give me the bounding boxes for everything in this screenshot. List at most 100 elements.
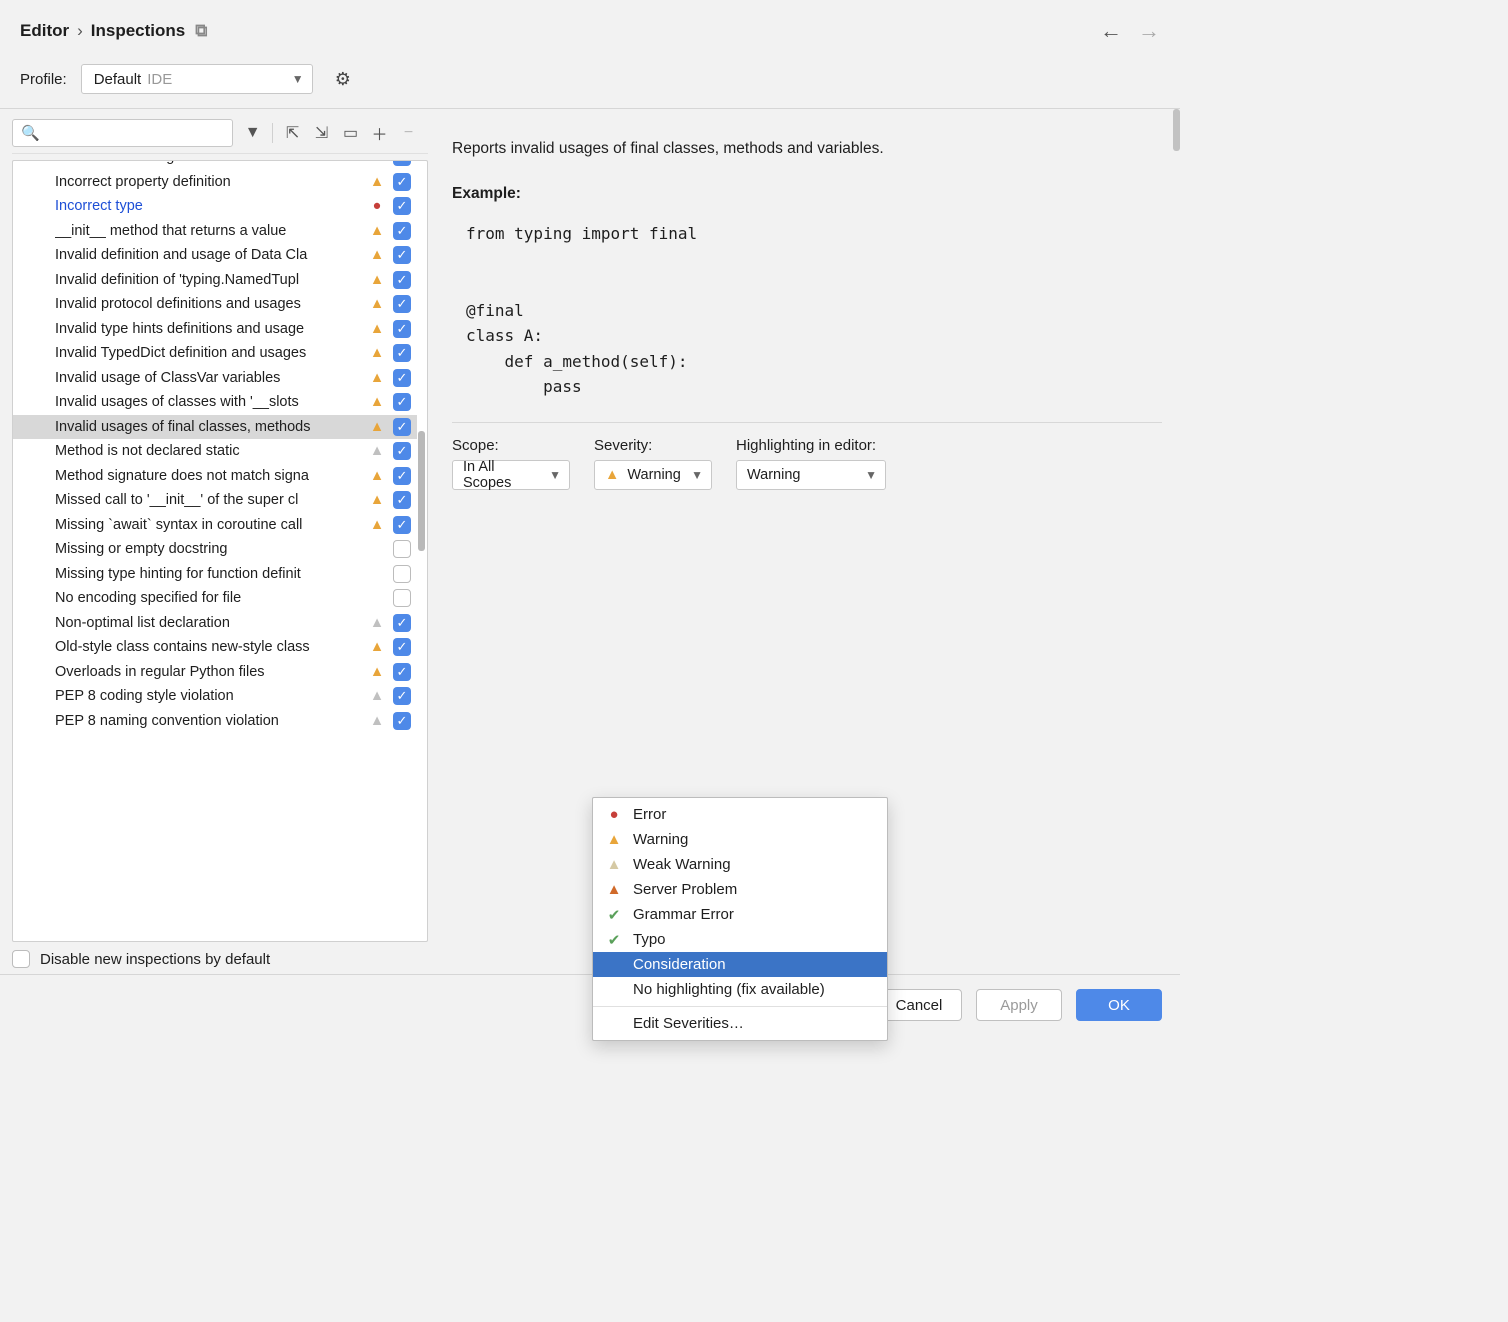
scrollbar-thumb[interactable]	[418, 431, 425, 551]
severity-option[interactable]: ●Error	[593, 802, 887, 827]
inspection-row[interactable]: Invalid usages of final classes, methods…	[13, 415, 417, 440]
inspection-checkbox[interactable]	[393, 160, 411, 166]
warning-icon: ▲	[369, 419, 385, 435]
add-icon[interactable]: ＋	[370, 121, 389, 145]
expand-all-icon[interactable]: ⇱	[283, 123, 302, 143]
inspection-row[interactable]: __init__ method that returns a value▲	[13, 219, 417, 244]
inspection-checkbox[interactable]	[393, 589, 411, 607]
highlighting-select[interactable]: Warning ▼	[736, 460, 886, 490]
search-input[interactable]: 🔍	[12, 119, 233, 147]
detach-window-icon[interactable]: ⧉	[195, 21, 207, 41]
inspection-row[interactable]: Missed call to '__init__' of the super c…	[13, 488, 417, 513]
inspection-row[interactable]: Old-style class contains new-style class…	[13, 635, 417, 660]
inspection-checkbox[interactable]	[393, 516, 411, 534]
inspection-row[interactable]: Incorrect property definition▲	[13, 170, 417, 195]
inspection-label: PEP 8 coding style violation	[55, 688, 361, 704]
ok-button[interactable]: OK	[1076, 989, 1162, 1021]
warning-icon: ▲	[369, 517, 385, 533]
edit-severities-label: Edit Severities…	[633, 1015, 744, 1032]
inspection-checkbox[interactable]	[393, 442, 411, 460]
inspection-checkbox[interactable]	[393, 418, 411, 436]
severity-option[interactable]: ▲Weak Warning	[593, 852, 887, 877]
inspection-row[interactable]: Method is not declared static▲	[13, 439, 417, 464]
disable-new-checkbox[interactable]: Disable new inspections by default	[12, 942, 428, 968]
collapse-all-icon[interactable]: ⇲	[312, 123, 331, 143]
severity-option-icon: ▲	[605, 856, 623, 873]
inspection-row[interactable]: Incorrect type●	[13, 194, 417, 219]
severity-option-icon: ▲	[605, 881, 623, 898]
inspection-row[interactable]: Missing type hinting for function defini…	[13, 562, 417, 587]
severity-row: Scope: In All Scopes ▼ Severity: ▲ Warni…	[452, 437, 1162, 490]
nav-back-icon[interactable]: ←	[1100, 18, 1122, 44]
example-code: from typing import final @final class A:…	[452, 221, 1162, 400]
chevron-down-icon: ▼	[292, 72, 304, 86]
severity-option[interactable]: ✔Typo	[593, 927, 887, 952]
inspection-checkbox[interactable]	[393, 638, 411, 656]
inspection-checkbox[interactable]	[393, 663, 411, 681]
inspection-checkbox[interactable]	[393, 344, 411, 362]
inspection-row[interactable]: Missing `await` syntax in coroutine call…	[13, 513, 417, 538]
warning-icon: ▲	[369, 370, 385, 386]
filter-icon[interactable]: ▼	[243, 124, 262, 142]
inspection-checkbox[interactable]	[393, 467, 411, 485]
inspection-label: Missing type hinting for function defini…	[55, 566, 361, 582]
inspection-checkbox[interactable]	[393, 687, 411, 705]
edit-severities-option[interactable]: Edit Severities…	[593, 1011, 887, 1036]
severity-option-label: Server Problem	[633, 881, 737, 898]
inspection-checkbox[interactable]	[393, 712, 411, 730]
inspection-checkbox[interactable]	[393, 540, 411, 558]
scope-select[interactable]: In All Scopes ▼	[452, 460, 570, 490]
severity-dropdown[interactable]: ●Error▲Warning▲Weak Warning▲Server Probl…	[592, 797, 888, 1041]
inspection-checkbox[interactable]	[393, 565, 411, 583]
inspection-checkbox[interactable]	[393, 320, 411, 338]
inspection-row[interactable]: PEP 8 coding style violation▲	[13, 684, 417, 709]
gear-icon[interactable]: ⚙	[335, 69, 351, 90]
inspection-checkbox[interactable]	[393, 222, 411, 240]
inspection-row[interactable]: No encoding specified for file▲	[13, 586, 417, 611]
severity-option-label: No highlighting (fix available)	[633, 981, 825, 998]
inspection-row[interactable]: Overloads in regular Python files▲	[13, 660, 417, 685]
severity-option[interactable]: ✔Grammar Error	[593, 902, 887, 927]
breadcrumb-editor[interactable]: Editor	[20, 21, 69, 41]
inspection-checkbox[interactable]	[393, 271, 411, 289]
toolbar-divider	[272, 123, 273, 143]
inspections-list[interactable]: Incorrect docstring▲Incorrect property d…	[12, 160, 428, 942]
severity-option[interactable]: No highlighting (fix available)	[593, 977, 887, 1002]
inspection-checkbox[interactable]	[393, 295, 411, 313]
inspection-checkbox[interactable]	[393, 369, 411, 387]
apply-button[interactable]: Apply	[976, 989, 1062, 1021]
severity-option-icon: ●	[605, 806, 623, 823]
inspection-label: Invalid definition of 'typing.NamedTupl	[55, 272, 361, 288]
severity-select[interactable]: ▲ Warning ▼	[594, 460, 712, 490]
inspection-checkbox[interactable]	[393, 614, 411, 632]
inspection-row[interactable]: Invalid usages of classes with '__slots▲	[13, 390, 417, 415]
scrollbar-thumb[interactable]	[1173, 109, 1180, 151]
inspection-row[interactable]: Invalid TypedDict definition and usages▲	[13, 341, 417, 366]
inspection-row[interactable]: Invalid usage of ClassVar variables▲	[13, 366, 417, 391]
severity-option[interactable]: ▲Warning	[593, 827, 887, 852]
inspection-row[interactable]: Method signature does not match signa▲	[13, 464, 417, 489]
inspection-row[interactable]: PEP 8 naming convention violation▲	[13, 709, 417, 734]
chevron-down-icon: ▼	[691, 468, 703, 482]
inspection-row[interactable]: Incorrect docstring▲	[13, 160, 417, 170]
severity-option[interactable]: Consideration	[593, 952, 887, 977]
severity-option[interactable]: ▲ Server Problem	[593, 877, 887, 902]
breadcrumb-separator: ›	[77, 21, 83, 41]
inspection-row[interactable]: Invalid type hints definitions and usage…	[13, 317, 417, 342]
inspection-row[interactable]: Invalid definition and usage of Data Cla…	[13, 243, 417, 268]
inspection-row[interactable]: Invalid protocol definitions and usages▲	[13, 292, 417, 317]
profile-select[interactable]: Default IDE ▼	[81, 64, 313, 94]
inspection-row[interactable]: Invalid definition of 'typing.NamedTupl▲	[13, 268, 417, 293]
reset-icon[interactable]: ▭	[341, 123, 360, 143]
breadcrumb-inspections[interactable]: Inspections	[91, 21, 185, 41]
cancel-button[interactable]: Cancel	[876, 989, 962, 1021]
inspection-row[interactable]: Non-optimal list declaration▲	[13, 611, 417, 636]
inspection-label: Invalid protocol definitions and usages	[55, 296, 361, 312]
inspection-checkbox[interactable]	[393, 491, 411, 509]
inspection-checkbox[interactable]	[393, 246, 411, 264]
inspection-row[interactable]: Missing or empty docstring▲	[13, 537, 417, 562]
inspection-checkbox[interactable]	[393, 197, 411, 215]
inspection-checkbox[interactable]	[393, 173, 411, 191]
inspection-checkbox[interactable]	[393, 393, 411, 411]
error-icon: ●	[369, 198, 385, 214]
